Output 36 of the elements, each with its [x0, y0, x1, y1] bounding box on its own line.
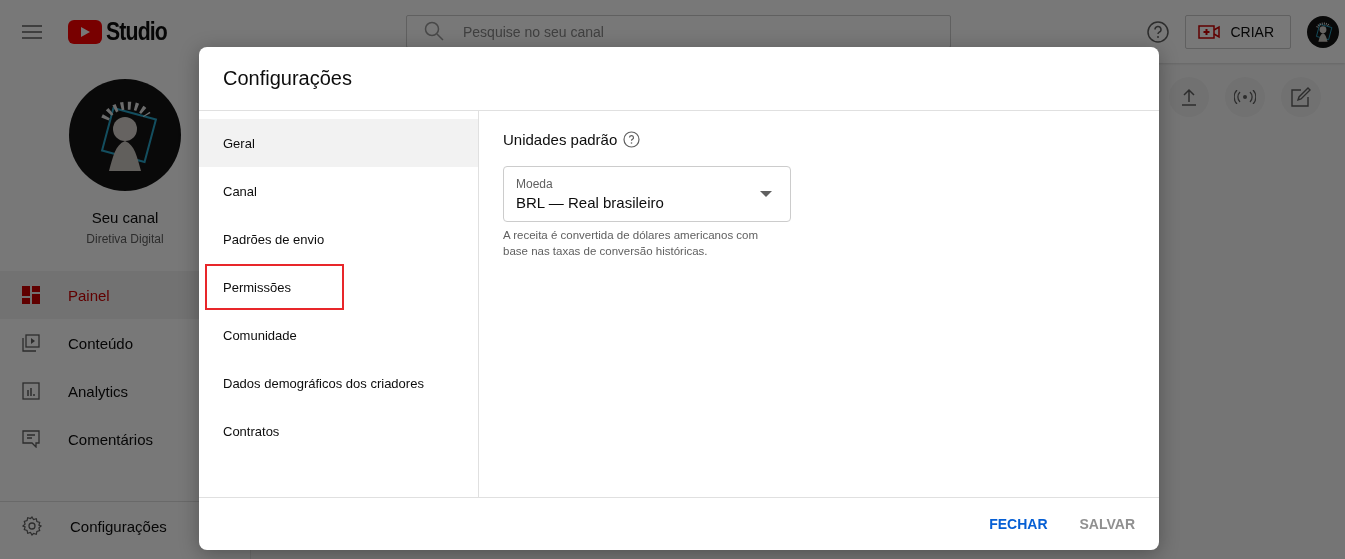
dropdown-arrow-icon	[760, 191, 772, 197]
create-button[interactable]: CRIAR	[1185, 14, 1291, 49]
settings-tab[interactable]: Canal	[199, 167, 478, 215]
settings-tab[interactable]: Contratos	[199, 407, 478, 455]
settings-tab[interactable]: Geral	[199, 119, 478, 167]
section-title: Unidades padrão	[503, 131, 618, 148]
sidebar-item[interactable]: Configurações	[0, 502, 250, 550]
avatar[interactable]	[1307, 15, 1339, 48]
currency-dropdown[interactable]: Moeda BRL — Real brasileiro	[503, 166, 791, 222]
comment-icon	[22, 430, 40, 448]
broadcast-icon	[1234, 90, 1256, 104]
pencil-square-icon	[1291, 87, 1311, 107]
upload-button[interactable]	[1169, 77, 1209, 117]
video-plus-icon	[1198, 24, 1221, 39]
settings-tab[interactable]: Padrões de envio	[199, 215, 478, 263]
edit-button[interactable]	[1281, 77, 1321, 117]
close-button[interactable]: FECHAR	[977, 508, 1060, 540]
help-icon[interactable]	[623, 131, 641, 148]
settings-tab[interactable]: Dados demográficos dos criadores	[199, 359, 478, 407]
field-label: Moeda	[516, 177, 554, 191]
search-field[interactable]: Pesquise no seu canal	[406, 15, 951, 48]
logo-text: Studio	[106, 17, 167, 46]
play-logo-icon	[68, 19, 102, 44]
settings-icon	[22, 516, 42, 536]
dashboard-icon	[22, 286, 40, 304]
live-button[interactable]	[1225, 77, 1265, 117]
channel-name: Seu canal	[91, 209, 159, 226]
help-text: A receita é convertida de dólares americanos com base nas taxas de conversão históricas.	[503, 228, 760, 259]
analytics-icon	[22, 382, 40, 400]
help-icon[interactable]	[1147, 20, 1170, 43]
channel-avatar[interactable]	[69, 79, 181, 191]
menu-icon[interactable]	[22, 24, 42, 39]
dialog-title: Configurações	[223, 67, 352, 90]
channel-subtitle: Diretiva Digital	[86, 232, 164, 246]
video-library-icon	[22, 334, 40, 352]
upload-icon	[1182, 88, 1196, 106]
